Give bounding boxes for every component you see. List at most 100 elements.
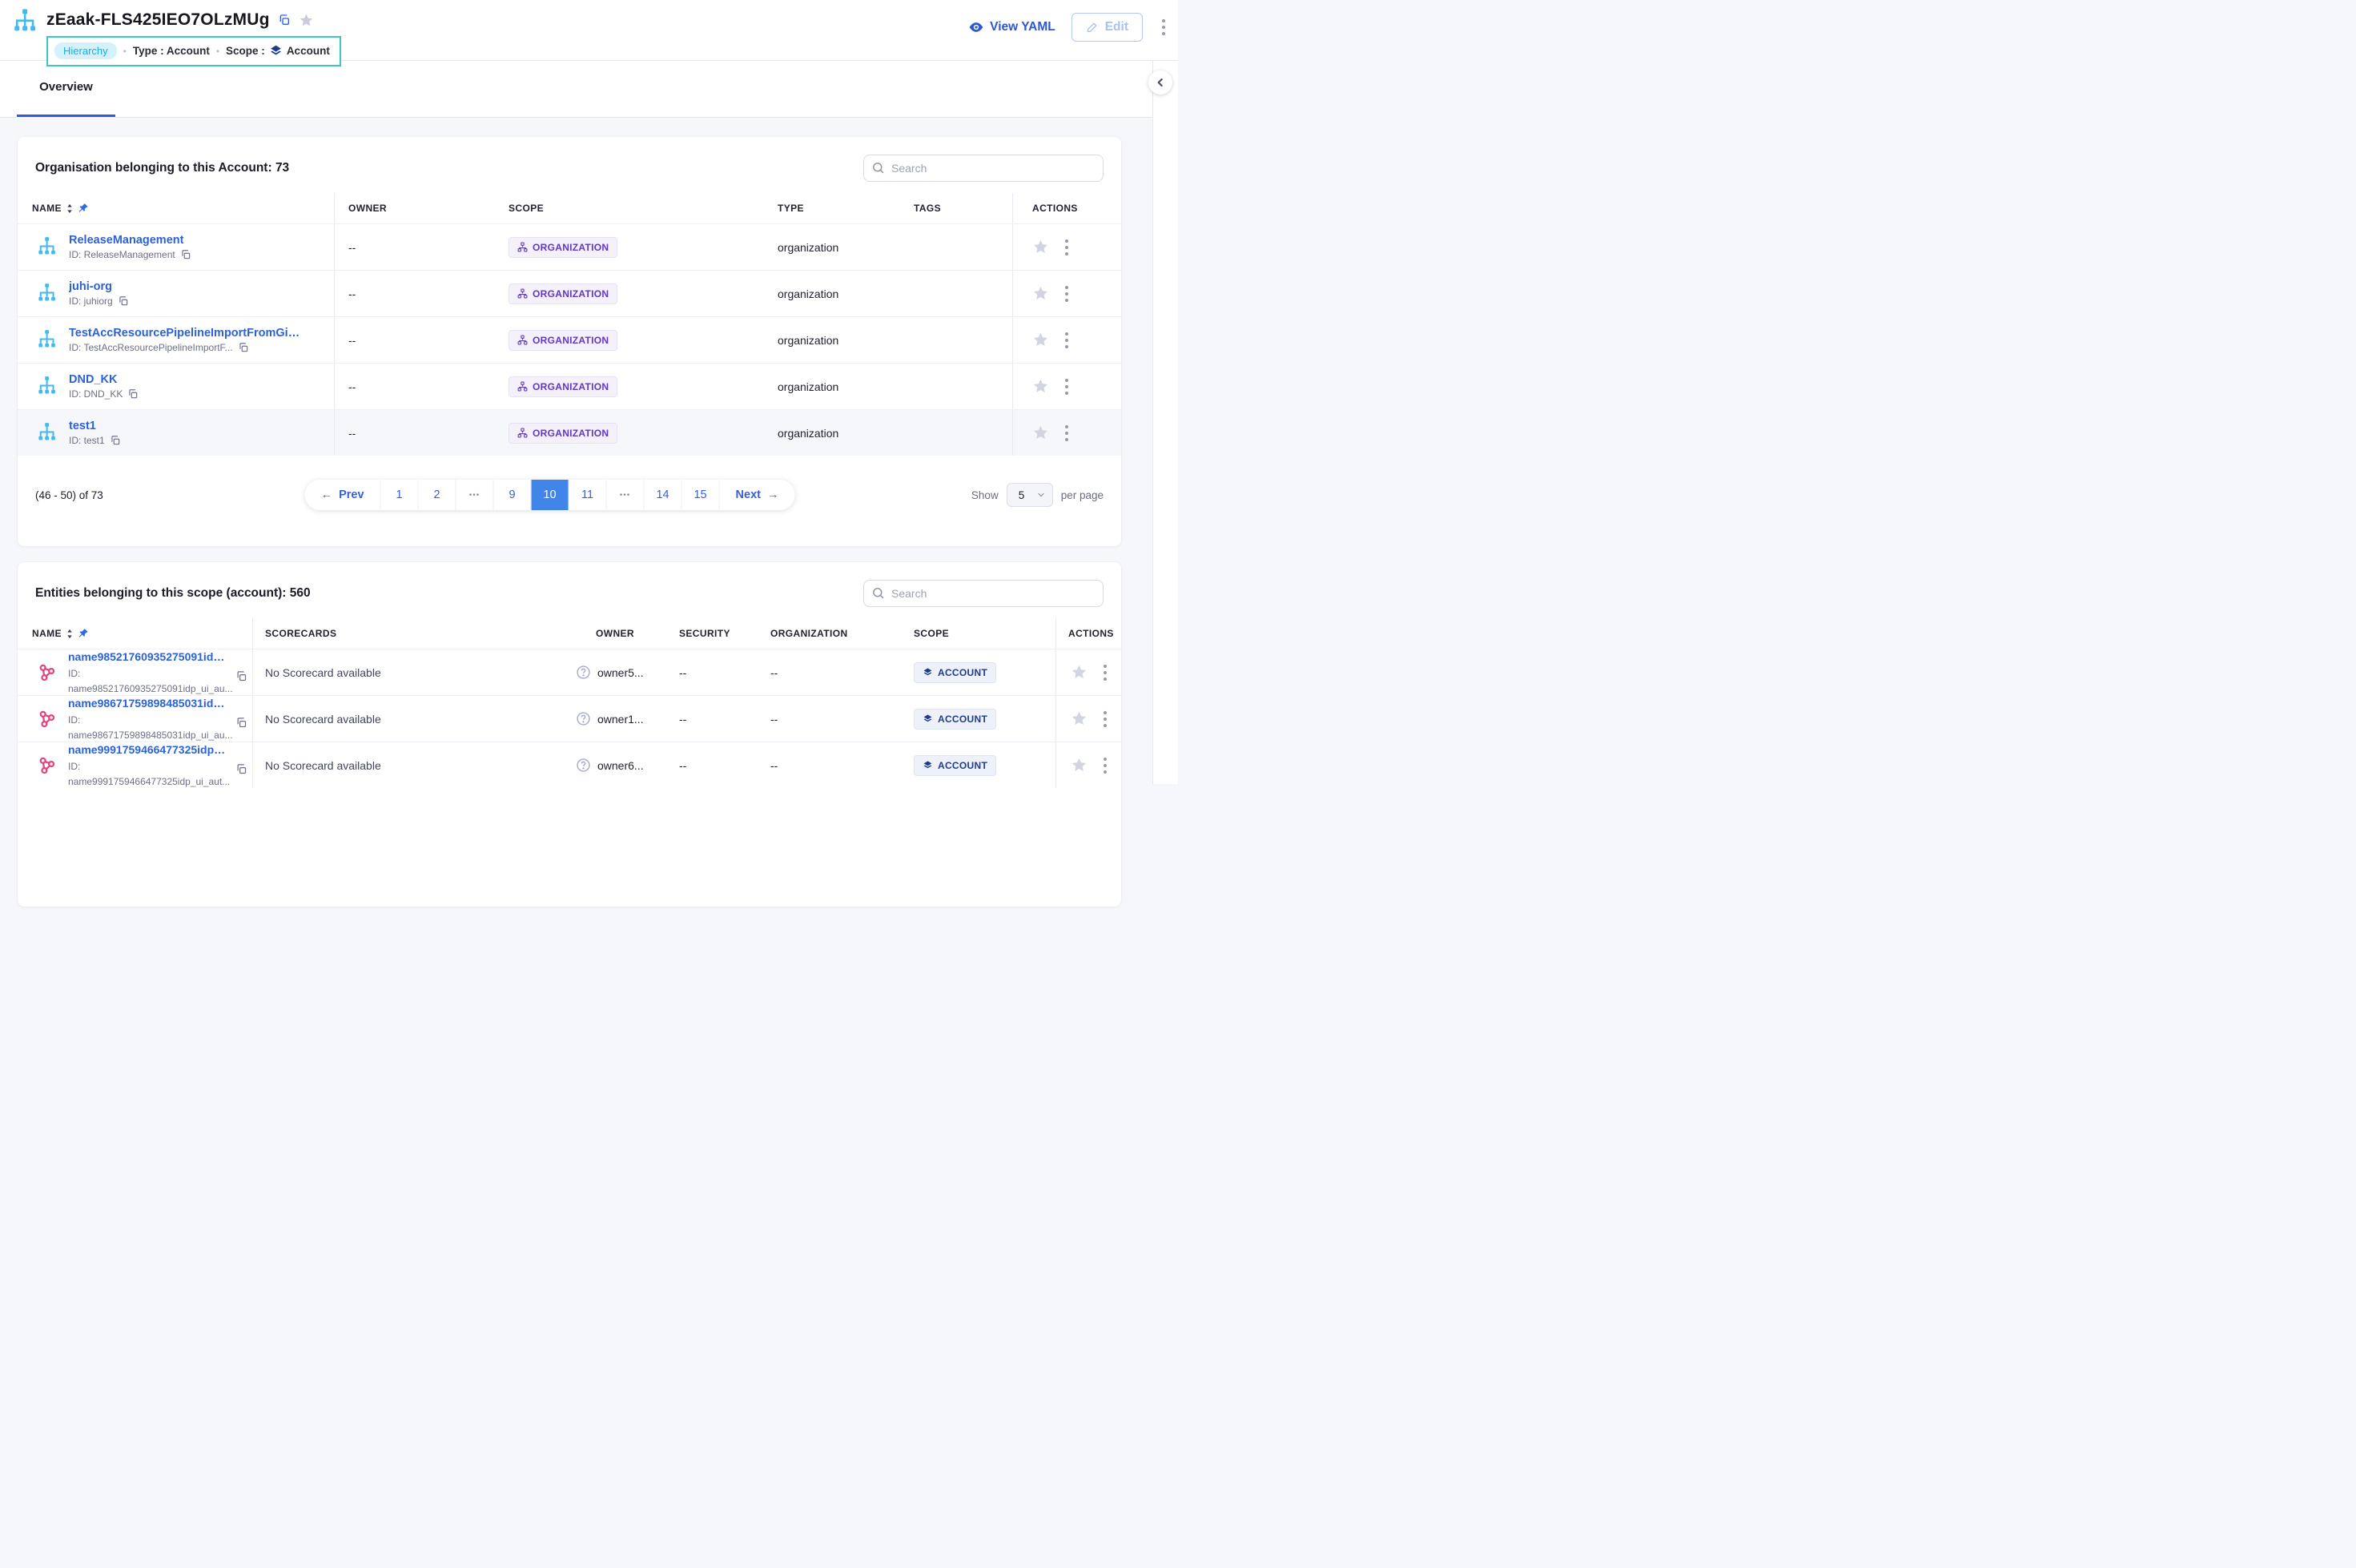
organization-icon bbox=[517, 335, 528, 345]
scorecards-cell: No Scorecard available bbox=[253, 713, 573, 726]
entity-icon bbox=[36, 755, 57, 776]
organization-tree-icon bbox=[36, 283, 58, 304]
copy-icon[interactable] bbox=[235, 763, 247, 775]
org-id: ID: juhiorg bbox=[69, 296, 113, 307]
eye-icon bbox=[968, 19, 984, 35]
organisations-search bbox=[863, 155, 1104, 182]
entity-name-link[interactable]: name98671759898485031idp_... bbox=[68, 696, 228, 711]
organization-tree-icon bbox=[36, 376, 58, 397]
org-name-link[interactable]: DND_KK bbox=[69, 373, 139, 386]
copy-icon[interactable] bbox=[118, 296, 129, 307]
pin-icon[interactable] bbox=[78, 628, 89, 639]
copy-icon[interactable] bbox=[235, 717, 247, 729]
star-icon[interactable] bbox=[1032, 424, 1049, 441]
search-icon bbox=[871, 586, 885, 600]
copy-icon[interactable] bbox=[180, 249, 191, 260]
page-button[interactable]: 9 bbox=[493, 480, 531, 510]
page-button[interactable]: 11 bbox=[569, 480, 606, 510]
chevron-left-icon bbox=[1154, 76, 1167, 89]
header-kebab-icon[interactable] bbox=[1159, 16, 1168, 38]
org-name-link[interactable]: juhi-org bbox=[69, 280, 129, 293]
table-row[interactable]: name98521760935275091idp_... ID: name985… bbox=[18, 649, 1121, 695]
tab-overview[interactable]: Overview bbox=[17, 61, 115, 117]
pagination-bar: (46 - 50) of 73 ←Prev 1 2 ••• 9 10 11 ••… bbox=[18, 456, 1121, 507]
page-button[interactable]: 15 bbox=[681, 480, 719, 510]
pin-icon[interactable] bbox=[78, 203, 89, 214]
row-kebab-icon[interactable] bbox=[1100, 708, 1110, 730]
star-icon[interactable] bbox=[1032, 332, 1049, 348]
organization-cell: -- bbox=[770, 759, 914, 772]
view-yaml-button[interactable]: View YAML bbox=[968, 19, 1055, 35]
table-row[interactable]: DND_KK ID: DND_KK -- ORGANIZATION organi… bbox=[18, 363, 1121, 409]
collapse-panel-button[interactable] bbox=[1148, 70, 1172, 94]
star-icon[interactable] bbox=[1032, 378, 1049, 395]
page-button[interactable]: 1 bbox=[380, 480, 418, 510]
page-button-active[interactable]: 10 bbox=[531, 480, 569, 510]
next-page-button[interactable]: Next→ bbox=[719, 480, 795, 510]
row-kebab-icon[interactable] bbox=[1100, 661, 1110, 684]
org-name-link[interactable]: test1 bbox=[69, 420, 121, 432]
table-row[interactable]: TestAccResourcePipelineImportFromGit_oN.… bbox=[18, 316, 1121, 363]
scorecards-cell: No Scorecard available bbox=[253, 759, 573, 772]
page-button[interactable]: 14 bbox=[644, 480, 681, 510]
page-header: zEaak-FLS425IEO7OLzMUg Hierarchy • Type … bbox=[0, 0, 1178, 61]
organisations-search-input[interactable] bbox=[863, 155, 1104, 182]
favorite-star-icon[interactable] bbox=[299, 13, 314, 28]
sort-icon[interactable] bbox=[66, 629, 73, 639]
copy-icon[interactable] bbox=[127, 388, 139, 400]
row-kebab-icon[interactable] bbox=[1062, 329, 1071, 352]
account-layers-icon bbox=[923, 714, 933, 724]
row-kebab-icon[interactable] bbox=[1062, 236, 1071, 259]
type-cell: organization bbox=[762, 380, 898, 393]
copy-icon[interactable] bbox=[235, 670, 247, 682]
org-name-link[interactable]: ReleaseManagement bbox=[69, 234, 191, 247]
owner-cell: -- bbox=[335, 427, 493, 440]
page-button[interactable]: 2 bbox=[418, 480, 456, 510]
org-name-link[interactable]: TestAccResourcePipelineImportFromGit_oN.… bbox=[69, 327, 301, 340]
star-icon[interactable] bbox=[1071, 757, 1088, 774]
row-kebab-icon[interactable] bbox=[1062, 283, 1071, 305]
page-ellipsis[interactable]: ••• bbox=[606, 480, 644, 510]
copy-title-icon[interactable] bbox=[278, 14, 291, 26]
table-row[interactable]: name9991759466477325idp_ui... ID: name99… bbox=[18, 742, 1121, 788]
arrow-left-icon: ← bbox=[321, 488, 333, 501]
entities-table-header: NAME SCORECARDS OWNER SECURITY ORGANIZAT… bbox=[18, 618, 1121, 649]
entities-search bbox=[863, 580, 1104, 607]
table-row[interactable]: test1 ID: test1 -- ORGANIZATION organiza… bbox=[18, 409, 1121, 456]
star-icon[interactable] bbox=[1032, 285, 1049, 302]
star-icon[interactable] bbox=[1071, 664, 1088, 681]
entities-search-input[interactable] bbox=[863, 580, 1104, 607]
prev-page-button[interactable]: ←Prev bbox=[305, 480, 380, 510]
table-row[interactable]: ReleaseManagement ID: ReleaseManagement … bbox=[18, 223, 1121, 270]
scope-badge: ACCOUNT bbox=[914, 755, 996, 776]
organisations-table-header: NAME OWNER SCOPE TYPE TAGS ACTIONS bbox=[18, 193, 1121, 223]
organization-icon bbox=[517, 242, 528, 252]
page-ellipsis[interactable]: ••• bbox=[456, 480, 493, 510]
column-actions: ACTIONS bbox=[1055, 618, 1121, 649]
column-security: SECURITY bbox=[679, 628, 770, 639]
copy-icon[interactable] bbox=[238, 342, 249, 353]
scope-badge: ACCOUNT bbox=[914, 662, 996, 683]
copy-icon[interactable] bbox=[110, 435, 121, 446]
edit-button[interactable]: Edit bbox=[1071, 13, 1143, 42]
star-icon[interactable] bbox=[1032, 239, 1049, 255]
table-row[interactable]: juhi-org ID: juhiorg -- ORGANIZATION org… bbox=[18, 270, 1121, 316]
star-icon[interactable] bbox=[1071, 710, 1088, 727]
column-organization: ORGANIZATION bbox=[770, 628, 914, 639]
type-value: Account bbox=[167, 45, 210, 57]
sort-icon[interactable] bbox=[66, 203, 73, 214]
scope-badge: ORGANIZATION bbox=[509, 423, 617, 444]
right-panel-rail bbox=[1152, 61, 1178, 784]
row-kebab-icon[interactable] bbox=[1062, 376, 1071, 398]
owner-cell: -- bbox=[335, 380, 493, 393]
org-id: ID: TestAccResourcePipelineImportF... bbox=[69, 342, 233, 353]
page-size-select[interactable]: 5 bbox=[1007, 483, 1053, 507]
row-kebab-icon[interactable] bbox=[1100, 754, 1110, 777]
row-kebab-icon[interactable] bbox=[1062, 422, 1071, 444]
organization-tree-icon bbox=[36, 422, 58, 444]
show-label: Show bbox=[971, 489, 999, 501]
table-row[interactable]: name98671759898485031idp_... ID: name986… bbox=[18, 695, 1121, 742]
entity-name-link[interactable]: name9991759466477325idp_ui... bbox=[68, 742, 228, 758]
entity-name-link[interactable]: name98521760935275091idp_... bbox=[68, 649, 228, 665]
hierarchy-icon bbox=[11, 8, 38, 35]
